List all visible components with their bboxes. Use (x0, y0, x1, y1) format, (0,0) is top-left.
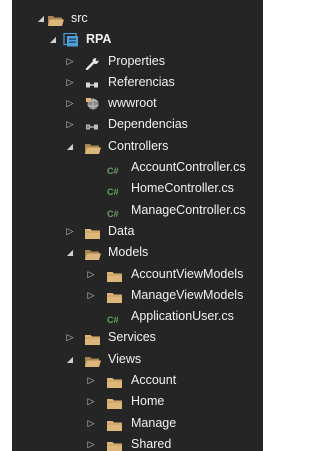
tree-item-wwwroot[interactable]: ▷ wwwroot (12, 93, 263, 114)
tree-item-label: Shared (131, 436, 172, 451)
tree-item-label: Views (108, 351, 142, 366)
tree-item-label: Manage (131, 415, 177, 430)
csharp-file-icon: C# (107, 311, 123, 325)
collapse-arrow-icon[interactable]: ▷ (65, 221, 75, 242)
tree-item-label: Home (131, 394, 165, 409)
tree-item-label: RPA (86, 32, 112, 47)
tree-item-label: ApplicationUser.cs (131, 309, 234, 324)
collapse-arrow-icon[interactable]: ▷ (86, 434, 96, 451)
tree-item-referencias[interactable]: ▷ Referencias (12, 72, 263, 93)
tree-item-label: HomeController.cs (131, 181, 234, 196)
references-icon (85, 77, 101, 89)
collapse-arrow-icon[interactable]: ▷ (86, 370, 96, 391)
wrench-icon (85, 56, 101, 70)
dependencies-icon (85, 119, 101, 131)
tree-item-data[interactable]: ▷ Data (12, 221, 263, 242)
collapse-arrow-icon[interactable]: ▷ (65, 114, 75, 135)
folder-icon (85, 226, 101, 239)
solution-explorer-panel: ◢ src ◢ RPA ▷ Properties ▷ Referencias ▷ wwwroot ▷… (12, 0, 263, 451)
svg-text:C#: C# (107, 315, 119, 325)
tree-item-rpa[interactable]: ◢ RPA (12, 29, 263, 50)
tree-item-label: Data (108, 223, 135, 238)
collapse-arrow-icon[interactable]: ▷ (65, 51, 75, 72)
csharp-file-icon: C# (107, 183, 123, 197)
expand-arrow-icon[interactable]: ◢ (65, 242, 75, 263)
tree-item-models[interactable]: ◢ Models (12, 242, 263, 263)
tree-item-label: Account (131, 373, 177, 388)
folder-open-icon (85, 247, 101, 261)
tree-item-home[interactable]: ▷ Home (12, 391, 263, 412)
tree-item-manage[interactable]: ▷ Manage (12, 413, 263, 434)
tree-item-shared[interactable]: ▷ Shared (12, 434, 263, 451)
tree-item-accountcontroller-cs[interactable]: C# AccountController.cs (12, 157, 263, 178)
tree-item-label: AccountViewModels (131, 266, 244, 281)
folder-icon (107, 439, 123, 451)
collapse-arrow-icon[interactable]: ▷ (65, 327, 75, 348)
collapse-arrow-icon[interactable]: ▷ (65, 72, 75, 93)
tree-item-label: ManageViewModels (131, 287, 244, 302)
tree-item-label: wwwroot (108, 96, 157, 111)
tree-item-label: Dependencias (108, 117, 188, 132)
folder-icon (107, 418, 123, 431)
tree-item-applicationuser-cs[interactable]: C# ApplicationUser.cs (12, 306, 263, 327)
tree-item-label: src (71, 11, 88, 25)
folder-icon (107, 375, 123, 389)
tree-item-controllers[interactable]: ◢ Controllers (12, 136, 263, 157)
csharp-file-icon: C# (107, 162, 123, 176)
folder-open-icon (85, 141, 101, 154)
expand-arrow-icon[interactable]: ◢ (48, 29, 58, 50)
expand-arrow-icon[interactable]: ◢ (65, 349, 75, 370)
tree-item-managecontroller-cs[interactable]: C# ManageController.cs (12, 200, 263, 221)
folder-icon (107, 290, 123, 303)
tree-item-account[interactable]: ▷ Account (12, 370, 263, 391)
folder-open-icon (48, 13, 64, 26)
tree-item-properties[interactable]: ▷ Properties (12, 51, 263, 72)
svg-text:C#: C# (107, 187, 119, 197)
tree-item-label: Properties (108, 53, 165, 68)
csharp-file-icon: C# (107, 205, 123, 219)
svg-text:C#: C# (107, 166, 119, 176)
tree-item-label: Services (108, 330, 156, 345)
tree-item-dependencias[interactable]: ▷ Dependencias (12, 114, 263, 135)
tree-item-label: Controllers (108, 138, 169, 153)
folder-icon (107, 269, 123, 282)
globe-icon (85, 97, 101, 110)
collapse-arrow-icon[interactable]: ▷ (86, 413, 96, 434)
folder-open-icon (85, 354, 101, 367)
tree-item-label: ManageController.cs (131, 202, 246, 217)
svg-text:C#: C# (107, 209, 119, 219)
tree-item-manageviewmodels[interactable]: ▷ ManageViewModels (12, 285, 263, 306)
tree-item-label: AccountController.cs (131, 160, 246, 175)
tree-item-label: Referencias (108, 74, 175, 89)
csharp-project-icon (63, 33, 79, 47)
tree-item-views[interactable]: ◢ Views (12, 349, 263, 370)
tree-item-src[interactable]: ◢ src (12, 8, 263, 29)
expand-arrow-icon[interactable]: ◢ (65, 136, 75, 157)
expand-arrow-icon[interactable]: ◢ (36, 8, 46, 29)
folder-icon (85, 332, 101, 346)
file-tree: ◢ src ◢ RPA ▷ Properties ▷ Referencias ▷ wwwroot ▷… (12, 8, 263, 451)
tree-item-accountviewmodels[interactable]: ▷ AccountViewModels (12, 264, 263, 285)
folder-icon (107, 396, 123, 410)
collapse-arrow-icon[interactable]: ▷ (86, 285, 96, 306)
collapse-arrow-icon[interactable]: ▷ (86, 264, 96, 285)
collapse-arrow-icon[interactable]: ▷ (65, 93, 75, 114)
tree-item-label: Models (108, 245, 149, 260)
collapse-arrow-icon[interactable]: ▷ (86, 391, 96, 412)
tree-item-services[interactable]: ▷ Services (12, 327, 263, 348)
tree-item-homecontroller-cs[interactable]: C# HomeController.cs (12, 178, 263, 199)
